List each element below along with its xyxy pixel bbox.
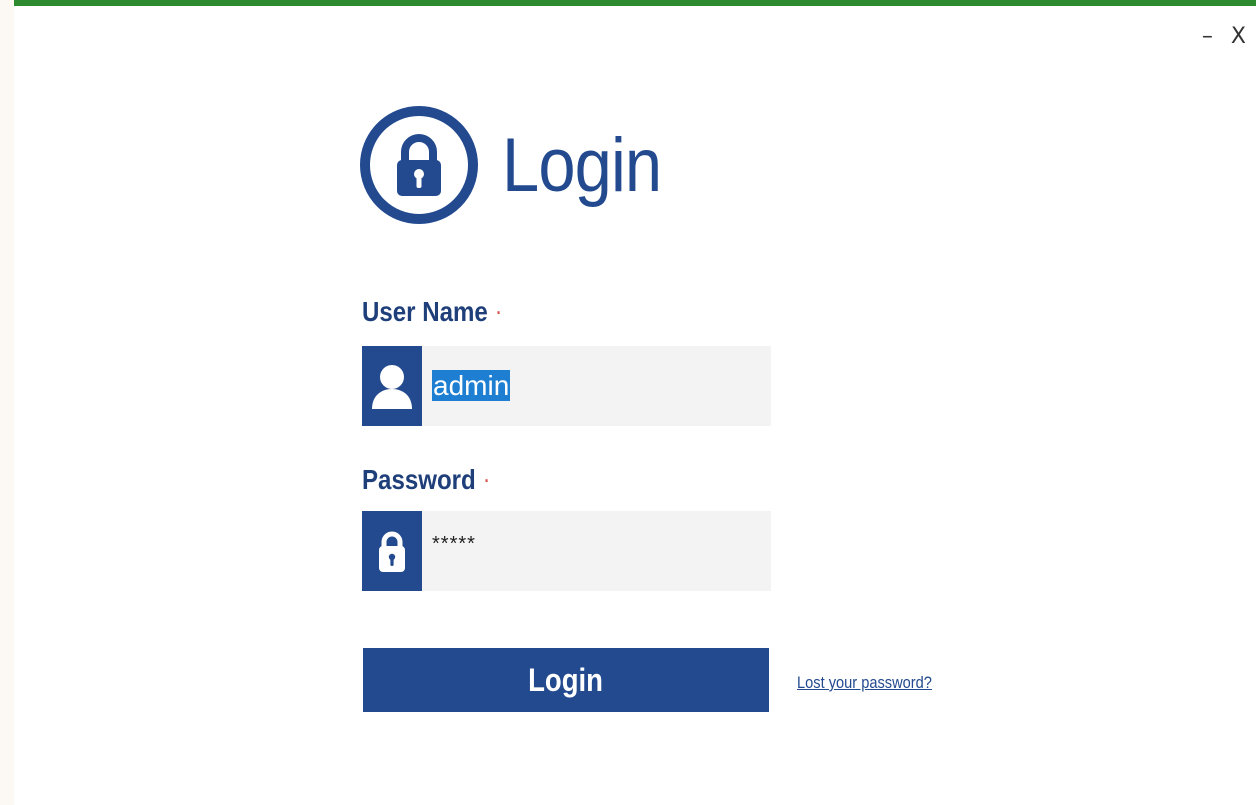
close-button[interactable]: X [1231,24,1246,49]
username-label: User Name · [362,296,502,328]
minimize-button[interactable]: – [1202,24,1213,49]
login-button-label: Login [528,661,604,698]
padlock-icon [360,106,478,224]
password-label-text: Password [362,464,476,495]
username-field[interactable]: admin [362,346,771,426]
user-icon [362,346,422,426]
password-input[interactable]: ***** [432,533,476,591]
lock-icon [362,511,422,591]
window-controls: – X [1202,24,1246,49]
lost-password-link[interactable]: Lost your password? [797,673,932,693]
login-button[interactable]: Login [363,648,769,712]
required-marker: · [484,471,490,492]
username-label-text: User Name [362,296,488,327]
username-input[interactable]: admin [432,370,511,402]
username-selected-text: admin [432,370,511,401]
required-marker: · [496,303,502,324]
page-title: Login [502,122,662,208]
password-label: Password · [362,464,490,496]
login-header: Login [360,106,683,224]
password-field[interactable]: ***** [362,511,771,591]
login-window: – X Login User Name · admin Password · *… [14,0,1256,805]
